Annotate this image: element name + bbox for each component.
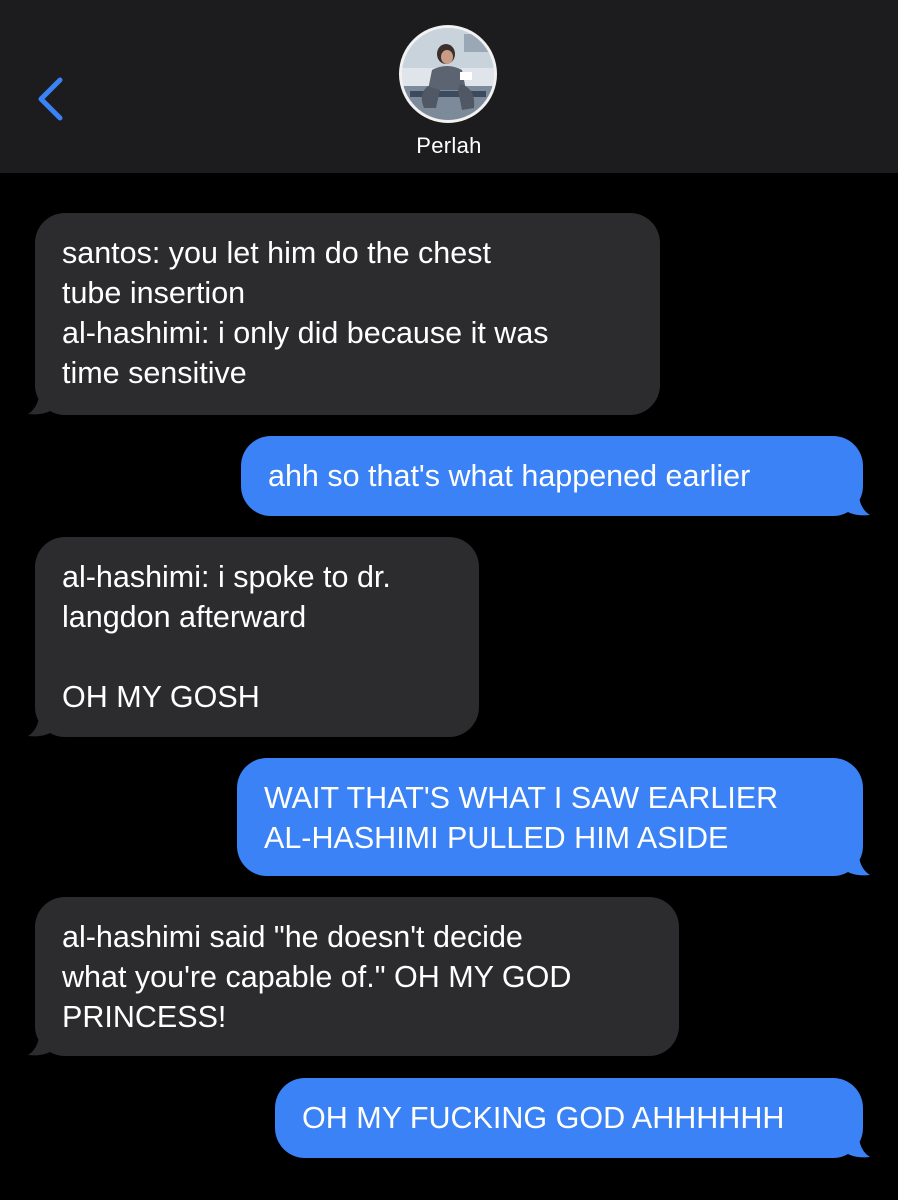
bubble-tail (842, 486, 872, 518)
bubble-tail (842, 846, 872, 878)
outgoing-message-bubble[interactable]: WAIT THAT'S WHAT I SAW EARLIER AL-HASHIM… (237, 758, 863, 876)
incoming-message-bubble[interactable]: al-hashimi: i spoke to dr. langdon after… (35, 537, 479, 737)
back-button[interactable] (22, 62, 78, 132)
avatar[interactable] (402, 28, 494, 120)
incoming-message-bubble[interactable]: al-hashimi said "he doesn't decide what … (35, 897, 679, 1056)
bubble-tail (842, 1128, 872, 1160)
bubble-tail (26, 707, 56, 739)
contact-name[interactable]: Perlah (0, 133, 898, 159)
outgoing-message-bubble[interactable]: ahh so that's what happened earlier (241, 436, 863, 516)
messages-screen: Perlah santos: you let him do the chest … (0, 0, 898, 1200)
bubble-tail (26, 1026, 56, 1058)
chevron-left-icon (38, 77, 63, 121)
outgoing-message-bubble[interactable]: OH MY FUCKING GOD AHHHHHH (275, 1078, 863, 1158)
incoming-message-bubble[interactable]: santos: you let him do the chest tube in… (35, 213, 660, 415)
contact-avatar-photo (402, 28, 494, 120)
bubble-tail (26, 385, 56, 417)
message-thread: santos: you let him do the chest tube in… (0, 173, 898, 1200)
conversation-header: Perlah (0, 0, 898, 173)
